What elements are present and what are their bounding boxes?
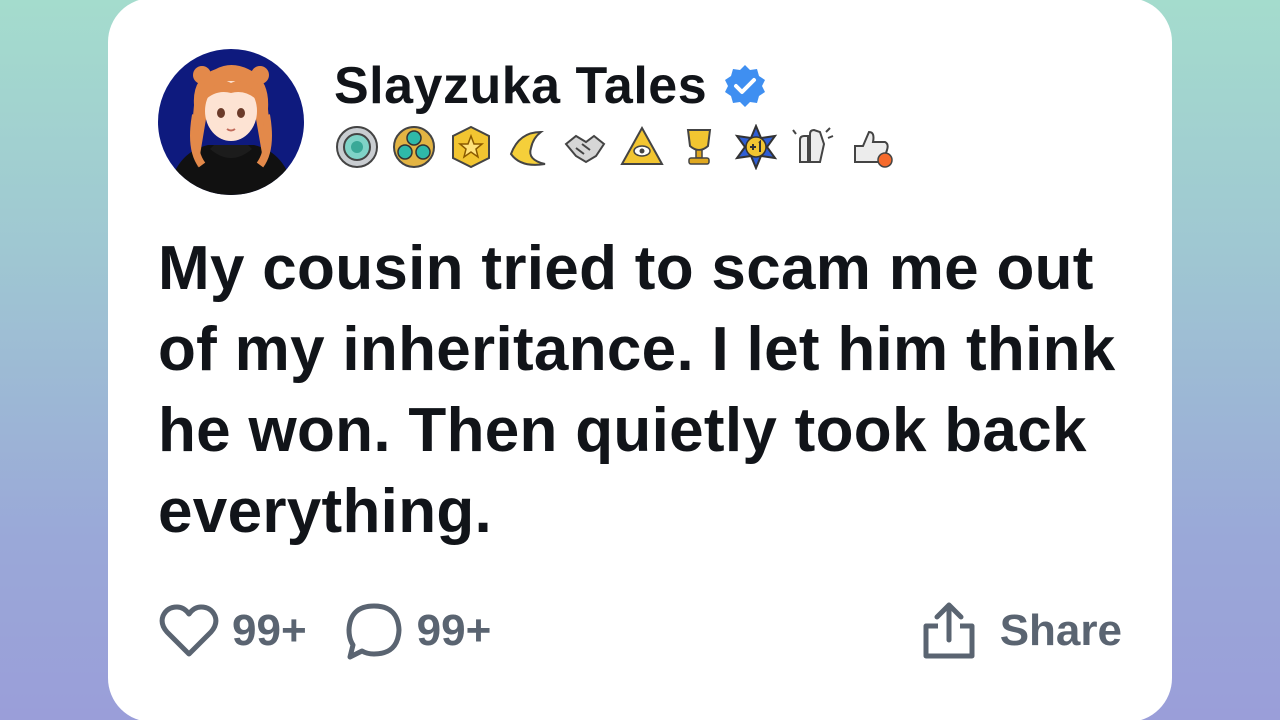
gem-cluster-icon[interactable] [391, 124, 437, 170]
avatar[interactable] [158, 49, 304, 195]
award-badges [334, 124, 893, 170]
action-bar: 99+ 99+ Share [158, 596, 1122, 666]
like-count: 99+ [232, 606, 307, 655]
comment-button[interactable]: 99+ [343, 600, 492, 662]
gold-trophy-icon[interactable] [676, 124, 722, 170]
pyramid-eye-icon[interactable] [619, 124, 665, 170]
share-button[interactable]: Share [918, 600, 1122, 662]
comment-bubble-icon [346, 603, 402, 660]
clapping-hands-icon[interactable] [790, 124, 836, 170]
like-button[interactable]: 99+ [158, 602, 307, 660]
share-icon [923, 602, 975, 659]
handshake-icon[interactable] [562, 124, 608, 170]
plus-one-icon[interactable] [733, 124, 779, 170]
share-label: Share [999, 606, 1122, 655]
heart-icon [159, 604, 219, 657]
thumbs-up-rocket-icon[interactable] [847, 124, 893, 170]
post-text: My cousin tried to scam me out of my inh… [158, 234, 1116, 546]
silver-medal-icon[interactable] [334, 124, 380, 170]
verified-badge-icon [725, 65, 766, 107]
comment-count: 99+ [416, 606, 492, 655]
gold-star-icon[interactable] [448, 124, 494, 170]
username[interactable]: Slayzuka Tales [334, 56, 707, 116]
author-row: Slayzuka Tales [334, 56, 769, 116]
post-card: Slayzuka Tales My cousin tried to scam m… [108, 0, 1172, 720]
banana-icon[interactable] [505, 124, 551, 170]
